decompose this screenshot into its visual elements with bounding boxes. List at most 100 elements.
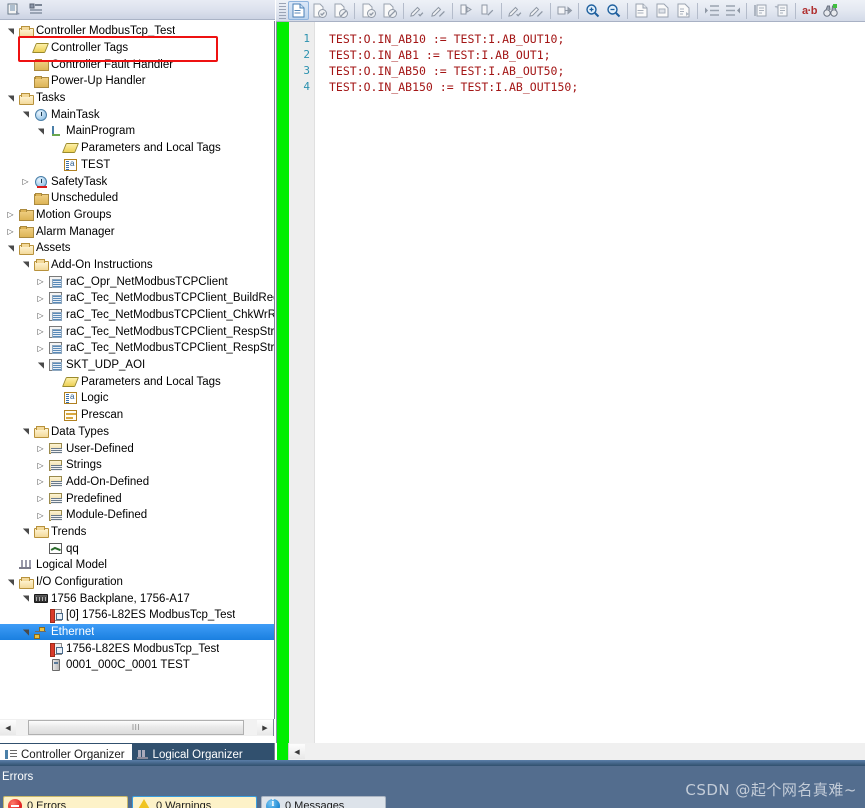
expander-collapse-icon[interactable]: ◢	[21, 525, 30, 538]
tree-item-aoi-respstrbit[interactable]: ▷ raC_Tec_NetModbusTCPClient_RespStrBit	[0, 323, 274, 340]
expander-collapse-icon[interactable]: ◢	[21, 425, 30, 438]
tree-item-controller[interactable]: ◢ Controller ModbusTcp_Test	[0, 23, 274, 40]
badge-messages[interactable]: 0 Messages	[261, 796, 386, 808]
toolbar-drag-grip[interactable]	[279, 2, 286, 19]
code-line[interactable]: TEST:O.IN_AB150 := TEST:I.AB_OUT150;	[329, 79, 865, 95]
expander-collapse-icon[interactable]: ◢	[21, 592, 30, 605]
code-text-area[interactable]: TEST:O.IN_AB10 := TEST:I.AB_OUT10; TEST:O…	[315, 22, 865, 743]
expander-expand-icon[interactable]: ▷	[34, 311, 47, 320]
browse-logic-icon[interactable]	[820, 1, 841, 20]
tree-item-enet-module[interactable]: · 1756-L82ES ModbusTcp_Test	[0, 640, 274, 657]
organizer-view-icon[interactable]	[3, 1, 25, 19]
tree-item-label: Power-Up Handler	[51, 75, 146, 88]
cancel-pending-edits-icon	[428, 1, 449, 20]
expander-expand-icon[interactable]: ▷	[4, 227, 17, 236]
tree-item-maintask[interactable]: ◢ MainTask	[0, 106, 274, 123]
expander-expand-icon[interactable]: ▷	[34, 494, 47, 503]
tree-item-ethernet[interactable]: ◢ Ethernet	[0, 623, 274, 641]
expander-collapse-icon[interactable]: ◢	[6, 92, 15, 105]
tree-item-backplane[interactable]: ◢ 1756 Backplane, 1756-A17	[0, 590, 274, 607]
code-line[interactable]: TEST:O.IN_AB50 := TEST:I.AB_OUT50;	[329, 63, 865, 79]
badge-errors[interactable]: 0 Errors	[3, 796, 128, 808]
tree-item-user-defined[interactable]: ▷ User-Defined	[0, 440, 274, 457]
tree-item-parameters-local-tags[interactable]: · Parameters and Local Tags	[0, 140, 274, 157]
tree-item-controller-tags[interactable]: · Controller Tags	[0, 40, 274, 57]
expander-expand-icon[interactable]: ▷	[34, 444, 47, 453]
tree-item-logical-model[interactable]: · Logical Model	[0, 557, 274, 574]
tree-item-label: SafetyTask	[51, 175, 108, 188]
code-line[interactable]: TEST:O.IN_AB1 := TEST:I.AB_OUT1;	[329, 47, 865, 63]
find-replace-label: a·b	[802, 4, 818, 17]
tree-item-label: Logic	[81, 392, 109, 405]
tree-item-motion-groups[interactable]: ▷ Motion Groups	[0, 207, 274, 224]
expander-expand-icon[interactable]: ▷	[34, 344, 47, 353]
find-replace-icon[interactable]: a·b	[799, 1, 820, 20]
expander-collapse-icon[interactable]: ◢	[36, 125, 45, 138]
structured-text-editor[interactable]: 1234 TEST:O.IN_AB10 := TEST:I.AB_OUT10; T…	[276, 22, 865, 743]
tree-item-safetytask[interactable]: ▷ SafetyTask	[0, 173, 274, 190]
tree-item-module-slot0[interactable]: · [0] 1756-L82ES ModbusTcp_Test	[0, 607, 274, 624]
expander-collapse-icon[interactable]: ◢	[6, 25, 15, 38]
expander-expand-icon[interactable]: ▷	[34, 477, 47, 486]
tree-item-aoi-skt-udp[interactable]: ◢ SKT_UDP_AOI	[0, 357, 274, 374]
zoom-out-icon[interactable]	[603, 1, 624, 20]
editor-scroll-left-arrow[interactable]: ◀	[289, 744, 305, 759]
tree-item-aoi-parameters-local-tags[interactable]: · Parameters and Local Tags	[0, 373, 274, 390]
tree-item-unscheduled[interactable]: · Unscheduled	[0, 190, 274, 207]
expander-expand-icon[interactable]: ▷	[34, 511, 47, 520]
tree-item-add-on-instructions[interactable]: ◢ Add-On Instructions	[0, 257, 274, 274]
expander-expand-icon[interactable]: ▷	[34, 461, 47, 470]
expander-expand-icon[interactable]: ▷	[34, 327, 47, 336]
tree-item-strings[interactable]: ▷ Strings	[0, 457, 274, 474]
tree-item-trends[interactable]: ◢ Trends	[0, 524, 274, 541]
tree-item-data-types[interactable]: ◢ Data Types	[0, 424, 274, 441]
tree-item-assets[interactable]: ◢ Assets	[0, 240, 274, 257]
badge-warnings[interactable]: 0 Warnings	[132, 796, 257, 808]
expander-expand-icon[interactable]: ▷	[34, 277, 47, 286]
tree-item-aoi-prescan[interactable]: · Prescan	[0, 407, 274, 424]
tree-item-module-defined[interactable]: ▷ Module-Defined	[0, 507, 274, 524]
expander-collapse-icon[interactable]: ◢	[6, 242, 15, 255]
expander-collapse-icon[interactable]: ◢	[36, 359, 45, 372]
tree-item-power-up-handler[interactable]: · Power-Up Handler	[0, 73, 274, 90]
tree-item-add-on-defined[interactable]: ▷ Add-On-Defined	[0, 474, 274, 491]
tree-item-aoi-logic[interactable]: · Logic	[0, 390, 274, 407]
tree-item-aoi-buildreqstr[interactable]: ▷ raC_Tec_NetModbusTCPClient_BuildReqStr	[0, 290, 274, 307]
tree-item-alarm-manager[interactable]: ▷ Alarm Manager	[0, 223, 274, 240]
tree-item-aoi-opr-netmodbustcpclient[interactable]: ▷ raC_Opr_NetModbusTCPClient	[0, 273, 274, 290]
expander-expand-icon[interactable]: ▷	[19, 177, 32, 186]
scroll-left-arrow[interactable]: ◀	[0, 720, 16, 735]
tree-item-aoi-chkwrrep[interactable]: ▷ raC_Tec_NetModbusTCPClient_ChkWrRep	[0, 307, 274, 324]
editor-horizontal-scrollbar[interactable]: ◀	[288, 743, 865, 760]
code-line[interactable]: TEST:O.IN_AB10 := TEST:I.AB_OUT10;	[329, 31, 865, 47]
tree-item-routine-test[interactable]: · TEST	[0, 157, 274, 174]
tree-item-enet-device-test[interactable]: · 0001_000C_0001 TEST	[0, 657, 274, 674]
expander-collapse-icon[interactable]: ◢	[21, 626, 30, 639]
scroll-track[interactable]: III	[16, 720, 257, 735]
aoi-icon	[47, 325, 64, 338]
folder-icon	[32, 75, 49, 88]
folder-icon	[17, 209, 34, 222]
tree-item-tasks[interactable]: ◢ Tasks	[0, 90, 274, 107]
zoom-in-icon[interactable]	[582, 1, 603, 20]
project-tree[interactable]: ◢ Controller ModbusTcp_Test · Controller Ta…	[0, 21, 275, 719]
tree-item-io-configuration[interactable]: ◢ I/O Configuration	[0, 574, 274, 591]
tree-item-aoi-respstrwd[interactable]: ▷ raC_Tec_NetModbusTCPClient_RespStrWd	[0, 340, 274, 357]
new-document-icon[interactable]	[288, 1, 309, 20]
expander-expand-icon[interactable]: ▷	[34, 294, 47, 303]
tree-item-trend-qq[interactable]: · qq	[0, 540, 274, 557]
folder-open-icon	[17, 242, 34, 255]
aoi-icon	[47, 342, 64, 355]
test-edits-icon	[477, 1, 498, 20]
tree-item-predefined[interactable]: ▷ Predefined	[0, 490, 274, 507]
tree-item-mainprogram[interactable]: ◢ MainProgram	[0, 123, 274, 140]
tree-item-controller-fault-handler[interactable]: · Controller Fault Handler	[0, 56, 274, 73]
expander-collapse-icon[interactable]: ◢	[6, 576, 15, 589]
scroll-thumb[interactable]: III	[28, 720, 244, 735]
properties-view-icon[interactable]	[25, 1, 47, 19]
organizer-horizontal-scrollbar[interactable]: ◀ III ▶	[0, 719, 274, 736]
expander-collapse-icon[interactable]: ◢	[21, 258, 30, 271]
expander-expand-icon[interactable]: ▷	[4, 210, 17, 219]
expander-collapse-icon[interactable]: ◢	[21, 108, 30, 121]
scroll-right-arrow[interactable]: ▶	[257, 720, 273, 735]
